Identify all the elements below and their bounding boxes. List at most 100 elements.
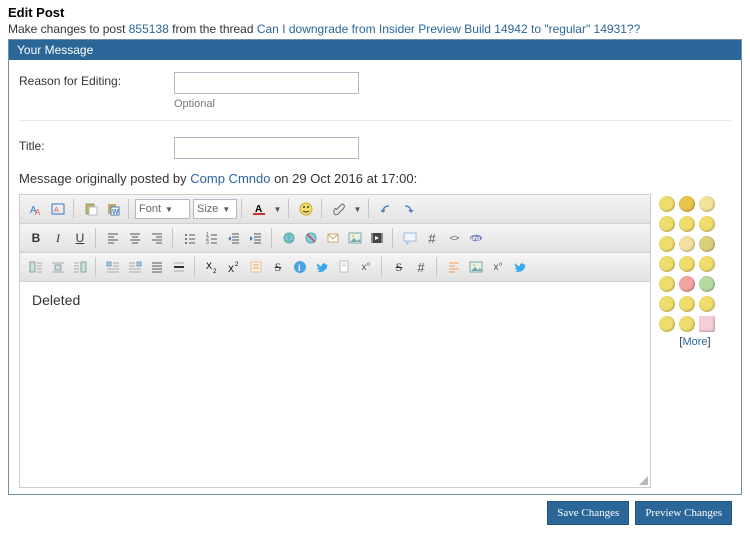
separator [19,120,731,121]
superscript-icon[interactable]: X2 [223,257,245,277]
reason-input[interactable] [174,72,359,94]
remove-format-icon[interactable]: AA [25,199,47,219]
video-icon[interactable] [366,228,388,248]
unlink-icon[interactable] [300,228,322,248]
smilie-13[interactable] [679,276,695,292]
align-center-icon[interactable] [124,228,146,248]
php-icon[interactable]: php [465,228,487,248]
smilie-20[interactable] [699,316,715,332]
more-post: ] [708,336,711,348]
text-color-icon[interactable]: A [248,199,270,219]
font-select-label: Font [139,203,161,215]
twitter-icon[interactable] [311,257,333,277]
reason-hint: Optional [174,98,731,110]
smilie-icon[interactable] [295,199,317,219]
undo-icon[interactable] [375,199,397,219]
smilie-11[interactable] [699,256,715,272]
info-icon[interactable]: i [289,257,311,277]
editor-body[interactable]: Deleted [20,282,650,487]
img-right-icon[interactable] [69,257,91,277]
message-panel: Your Message Reason for Editing: Optiona… [8,39,742,495]
strike2-icon[interactable]: S [388,257,410,277]
resize-grip[interactable] [636,473,650,487]
smilie-2[interactable] [699,196,715,212]
smilie-12[interactable] [659,276,675,292]
subscript-icon[interactable]: X2 [201,257,223,277]
message-meta: Message originally posted by Comp Cmndo … [19,171,731,186]
smilie-more-link[interactable]: More [682,336,707,348]
save-button[interactable]: Save Changes [547,501,629,525]
quote-icon[interactable] [399,228,421,248]
title-label: Title: [19,137,174,153]
title-input[interactable] [174,137,359,159]
note-icon[interactable] [245,257,267,277]
svg-text:W: W [112,209,119,216]
hash2-icon[interactable]: # [410,257,432,277]
svg-text:3: 3 [206,240,209,245]
float-left-icon[interactable] [102,257,124,277]
svg-text:i: i [298,263,301,273]
twitter2-icon[interactable] [509,257,531,277]
smilie-10[interactable] [679,256,695,272]
subtitle-pre: Make changes to post [8,22,129,36]
paste-word-icon[interactable]: W [102,199,124,219]
smilie-15[interactable] [659,296,675,312]
smilie-16[interactable] [679,296,695,312]
email-icon[interactable] [322,228,344,248]
xdeg-icon[interactable]: x° [355,257,377,277]
align-right-icon[interactable] [146,228,168,248]
img-left-icon[interactable] [25,257,47,277]
attachment-dropdown[interactable]: ▼ [350,205,364,214]
hr-icon[interactable] [168,257,190,277]
font-select[interactable]: Font▼ [135,199,190,219]
float-right-icon[interactable] [124,257,146,277]
hash-icon[interactable]: # [421,228,443,248]
paste-icon[interactable] [80,199,102,219]
smilie-panel: [More] [659,194,731,488]
smilie-14[interactable] [699,276,715,292]
smilie-9[interactable] [659,256,675,272]
smilie-5[interactable] [699,216,715,232]
text-color-dropdown[interactable]: ▼ [270,205,284,214]
outdent-icon[interactable] [223,228,245,248]
author-link[interactable]: Comp Cmndo [190,171,270,186]
img-center-icon[interactable] [47,257,69,277]
preview-button[interactable]: Preview Changes [635,501,732,525]
indent-icon[interactable] [245,228,267,248]
redo-icon[interactable] [397,199,419,219]
link-icon[interactable] [278,228,300,248]
image2-icon[interactable] [465,257,487,277]
italic-icon[interactable]: I [47,228,69,248]
page-title: Edit Post [8,5,742,20]
toggle-source-icon[interactable]: A [47,199,69,219]
smilie-18[interactable] [659,316,675,332]
page-subtitle: Make changes to post 855138 from the thr… [8,22,742,36]
page-icon[interactable] [333,257,355,277]
thread-link[interactable]: Can I downgrade from Insider Preview Bui… [257,22,640,36]
bold-icon[interactable]: B [25,228,47,248]
ol-icon[interactable]: 123 [201,228,223,248]
xdeg2-icon[interactable]: x° [487,257,509,277]
post-id-link[interactable]: 855138 [129,22,169,36]
svg-text:A: A [35,208,41,216]
html-icon[interactable]: <> [443,228,465,248]
smilie-0[interactable] [659,196,675,212]
smilie-4[interactable] [679,216,695,232]
svg-text:X: X [228,264,234,274]
smilie-3[interactable] [659,216,675,232]
smilie-8[interactable] [699,236,715,252]
left2-icon[interactable] [443,257,465,277]
size-select[interactable]: Size▼ [193,199,237,219]
strike-icon[interactable]: S [267,257,289,277]
image-icon[interactable] [344,228,366,248]
smilie-1[interactable] [679,196,695,212]
smilie-7[interactable] [679,236,695,252]
smilie-6[interactable] [659,236,675,252]
attachment-icon[interactable] [328,199,350,219]
align-left-icon[interactable] [102,228,124,248]
smilie-17[interactable] [699,296,715,312]
underline-icon[interactable]: U [69,228,91,248]
justify-icon[interactable] [146,257,168,277]
smilie-19[interactable] [679,316,695,332]
ul-icon[interactable] [179,228,201,248]
